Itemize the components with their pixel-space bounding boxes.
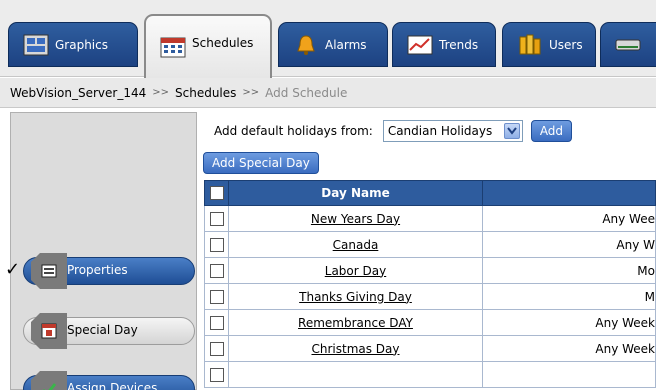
- row-checkbox[interactable]: [209, 315, 224, 330]
- row-checkbox-cell: [204, 205, 229, 232]
- day-cell: M: [482, 283, 656, 310]
- day-name-cell: [228, 361, 483, 388]
- column-day-name[interactable]: Day Name: [228, 180, 483, 206]
- add-holidays-button[interactable]: Add: [530, 120, 573, 142]
- tab-bar: Graphics Schedules Alarms Trends Users: [0, 0, 656, 78]
- tab-label: Alarms: [325, 37, 367, 52]
- day-name-link[interactable]: New Years Day: [311, 212, 400, 226]
- tab-label: Users: [549, 37, 583, 52]
- day-name-link[interactable]: Thanks Giving Day: [299, 290, 412, 304]
- table-row: Christmas Day Any Week: [204, 335, 656, 362]
- calendar-icon: [160, 37, 186, 58]
- breadcrumb: WebVision_Server_144 >> Schedules >> Add…: [0, 78, 656, 108]
- row-checkbox-cell: [204, 257, 229, 284]
- tab-label: Graphics: [55, 37, 108, 52]
- step-properties[interactable]: ✓ Properties: [5, 253, 197, 289]
- day-name-link[interactable]: Labor Day: [325, 264, 386, 278]
- day-name-cell: Canada: [228, 231, 483, 258]
- day-name-cell: Christmas Day: [228, 335, 483, 362]
- holiday-row: Add default holidays from: Candian Holid…: [214, 120, 573, 142]
- holiday-select-value: Candian Holidays: [387, 124, 493, 138]
- day-cell: Any Week: [482, 309, 656, 336]
- breadcrumb-current: Add Schedule: [265, 85, 348, 100]
- row-checkbox[interactable]: [209, 237, 224, 252]
- row-checkbox[interactable]: [209, 341, 224, 356]
- day-cell: Any Week: [482, 335, 656, 362]
- tab-users[interactable]: Users: [502, 22, 596, 67]
- day-cell: [482, 361, 656, 388]
- row-checkbox[interactable]: [209, 289, 224, 304]
- table-row: [204, 361, 656, 388]
- row-checkbox[interactable]: [209, 211, 224, 226]
- row-checkbox-cell: [204, 231, 229, 258]
- row-checkbox[interactable]: [209, 367, 224, 382]
- breadcrumb-schedules[interactable]: Schedules: [175, 86, 236, 100]
- table-row: New Years Day Any Wee: [204, 205, 656, 232]
- special-days-table: Day Name New Years Day Any Wee Canada An…: [204, 180, 656, 388]
- day-name-cell: Remembrance DAY: [228, 309, 483, 336]
- properties-icon: [41, 264, 57, 278]
- graphics-icon: [23, 34, 49, 55]
- table-row: Thanks Giving Day M: [204, 283, 656, 310]
- row-checkbox-cell: [204, 361, 229, 388]
- tab-label: Schedules: [192, 36, 254, 50]
- column-day: [482, 180, 656, 206]
- row-checkbox-cell: [204, 335, 229, 362]
- breadcrumb-separator: >>: [152, 87, 169, 98]
- tab-schedules[interactable]: Schedules: [144, 14, 272, 78]
- tab-graphics[interactable]: Graphics: [8, 22, 138, 67]
- row-checkbox-cell: [204, 309, 229, 336]
- step-special-day[interactable]: Special Day: [11, 313, 197, 349]
- holiday-label: Add default holidays from:: [214, 124, 373, 138]
- row-checkbox-cell: [204, 283, 229, 310]
- select-all-cell: [204, 180, 229, 206]
- step-label: Special Day: [67, 323, 138, 337]
- day-name-cell: Thanks Giving Day: [228, 283, 483, 310]
- tab-alarms[interactable]: Alarms: [278, 22, 388, 67]
- special-day-icon: [41, 323, 57, 339]
- day-name-cell: New Years Day: [228, 205, 483, 232]
- row-checkbox[interactable]: [209, 263, 224, 278]
- table-row: Canada Any W: [204, 231, 656, 258]
- tab-label: Trends: [439, 37, 479, 52]
- checkmark-icon: ✓: [5, 259, 21, 280]
- breadcrumb-separator: >>: [242, 87, 260, 98]
- trend-chart-icon: [407, 35, 433, 54]
- server-icon: [615, 39, 641, 50]
- users-icon: [519, 34, 541, 54]
- add-special-day-button[interactable]: Add Special Day: [203, 152, 319, 174]
- day-cell: Any W: [482, 231, 656, 258]
- day-name-link[interactable]: Christmas Day: [311, 342, 399, 356]
- main-content: Add default holidays from: Candian Holid…: [198, 112, 656, 390]
- day-cell: Any Wee: [482, 205, 656, 232]
- day-name-link[interactable]: Canada: [333, 238, 379, 252]
- tab-trends[interactable]: Trends: [392, 22, 496, 67]
- wizard-steps-panel: ✓ Properties Special Day Assign Devices: [5, 112, 197, 390]
- table-row: Remembrance DAY Any Week: [204, 309, 656, 336]
- tab-server[interactable]: [600, 22, 656, 67]
- bell-icon: [297, 34, 315, 55]
- holiday-select[interactable]: Candian Holidays: [382, 120, 523, 142]
- breadcrumb-server[interactable]: WebVision_Server_144: [10, 86, 146, 100]
- table-header-row: Day Name: [204, 180, 656, 206]
- day-cell: Mo: [482, 257, 656, 284]
- chevron-down-icon[interactable]: [503, 123, 520, 139]
- assign-devices-icon: [43, 383, 57, 390]
- day-name-link[interactable]: Remembrance DAY: [298, 316, 413, 330]
- step-label: Properties: [67, 263, 128, 277]
- step-label: Assign Devices: [67, 381, 158, 390]
- day-name-cell: Labor Day: [228, 257, 483, 284]
- select-all-checkbox[interactable]: [209, 186, 224, 201]
- table-row: Labor Day Mo: [204, 257, 656, 284]
- step-assign-devices[interactable]: Assign Devices: [11, 371, 197, 390]
